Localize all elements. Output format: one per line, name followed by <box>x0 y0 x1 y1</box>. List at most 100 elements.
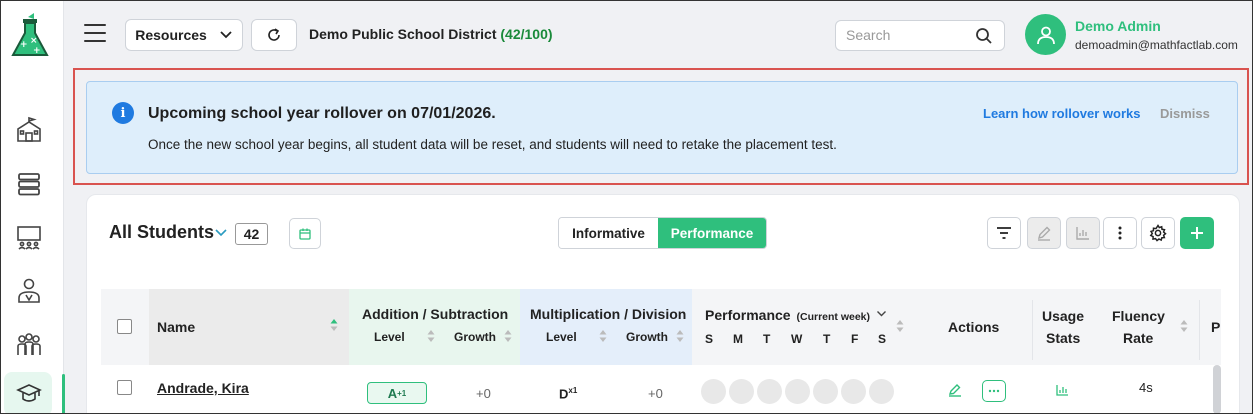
active-indicator <box>62 374 65 414</box>
view-toggle: Informative Performance <box>558 217 767 249</box>
col-actions-header: Actions <box>948 319 1000 335</box>
mul-growth-value: +0 <box>648 386 663 401</box>
dismiss-button[interactable]: Dismiss <box>1160 106 1210 121</box>
classroom-icon[interactable] <box>13 221 45 253</box>
sort-icon[interactable] <box>330 318 338 332</box>
refresh-button[interactable] <box>251 19 297 51</box>
rollover-banner-highlight: i Upcoming school year rollover on 07/01… <box>73 68 1249 185</box>
app-logo[interactable]: + × + <box>8 13 52 61</box>
fluency-rate-value: 4s <box>1139 380 1153 395</box>
sort-icon[interactable] <box>599 329 607 343</box>
chevron-down-icon[interactable] <box>214 226 228 238</box>
sort-icon[interactable] <box>676 329 684 343</box>
row-checkbox[interactable] <box>117 380 132 395</box>
day-result-sat <box>869 379 894 404</box>
search-input[interactable] <box>846 27 966 43</box>
pencil-icon[interactable] <box>948 383 962 397</box>
usage-stats-icon[interactable] <box>1056 384 1069 396</box>
select-all-checkbox[interactable] <box>117 319 132 334</box>
tab-performance[interactable]: Performance <box>658 218 766 248</box>
sidebar: + × + <box>0 0 65 414</box>
filter-icon <box>997 227 1011 239</box>
district-count: (42/100) <box>500 26 553 42</box>
user-name[interactable]: Demo Admin <box>1075 18 1161 34</box>
more-vertical-icon <box>1118 226 1122 240</box>
col-fluency-header-1[interactable]: Fluency <box>1112 308 1165 324</box>
student-graduate-icon[interactable] <box>13 380 45 412</box>
col-fluency-header-2[interactable]: Rate <box>1123 330 1153 346</box>
date-filter-button[interactable] <box>289 218 321 249</box>
hamburger-icon <box>84 24 106 26</box>
add-growth-value: +0 <box>476 386 491 401</box>
filter-button[interactable] <box>987 217 1021 249</box>
day-result-sun <box>701 379 726 404</box>
col-cut-header: P <box>1211 319 1221 335</box>
col-performance-header[interactable]: Performance (Current week) <box>705 307 870 323</box>
svg-text:+: + <box>20 40 28 50</box>
search-icon[interactable] <box>975 27 993 45</box>
day-sun: S <box>705 332 714 346</box>
avatar[interactable] <box>1025 14 1066 55</box>
school-icon[interactable] <box>13 114 45 146</box>
sort-icon[interactable] <box>427 329 435 343</box>
settings-button[interactable] <box>1141 217 1175 249</box>
learn-rollover-link[interactable]: Learn how rollover works <box>983 106 1141 121</box>
day-result-wed <box>785 379 810 404</box>
chevron-down-icon <box>220 31 232 39</box>
day-result-thu <box>813 379 838 404</box>
student-count-badge: 42 <box>235 223 268 245</box>
user-icon <box>1036 26 1055 44</box>
add-level-badge: A +1 <box>367 382 427 404</box>
district-label: Demo Public School District (42/100) <box>309 26 553 42</box>
student-name-link[interactable]: Andrade, Kira <box>157 380 249 396</box>
menu-toggle-button[interactable] <box>84 24 106 44</box>
add-student-button[interactable] <box>1180 217 1214 249</box>
groups-icon[interactable] <box>13 329 45 361</box>
info-icon: i <box>112 102 134 124</box>
performance-period: (Current week) <box>796 311 870 323</box>
rollover-banner: i Upcoming school year rollover on 07/01… <box>86 81 1238 174</box>
sort-icon[interactable] <box>504 329 512 343</box>
row-more-button[interactable] <box>982 380 1006 402</box>
day-tue: T <box>763 332 771 346</box>
teacher-admin-icon[interactable] <box>13 274 45 306</box>
table-header <box>101 289 1221 365</box>
tab-informative[interactable]: Informative <box>559 218 658 248</box>
pencil-icon <box>1037 226 1051 241</box>
day-result-mon <box>729 379 754 404</box>
report-button[interactable] <box>1066 217 1100 249</box>
col-name-header[interactable]: Name <box>157 319 195 335</box>
day-result-fri <box>841 379 866 404</box>
edit-button[interactable] <box>1027 217 1061 249</box>
svg-text:+: + <box>33 46 41 56</box>
sort-icon[interactable] <box>1180 319 1188 333</box>
banner-title: Upcoming school year rollover on 07/01/2… <box>148 105 496 122</box>
calendar-icon <box>299 228 311 240</box>
plus-icon <box>1191 227 1203 239</box>
day-mon: M <box>733 332 743 346</box>
add-growth-header[interactable]: Growth <box>454 330 496 344</box>
resources-label: Resources <box>135 27 207 43</box>
chevron-down-icon[interactable] <box>876 309 887 318</box>
mul-level-value: Dx1 <box>559 386 578 402</box>
database-icon[interactable] <box>13 168 45 200</box>
day-sat: S <box>878 332 887 346</box>
col-usage-header-2: Stats <box>1046 330 1081 346</box>
day-thu: T <box>823 332 831 346</box>
mul-level-header[interactable]: Level <box>546 330 577 344</box>
day-wed: W <box>791 332 803 346</box>
sort-icon[interactable] <box>896 319 904 333</box>
more-options-button[interactable] <box>1103 217 1137 249</box>
add-level-header[interactable]: Level <box>374 330 405 344</box>
mul-growth-header[interactable]: Growth <box>626 330 668 344</box>
banner-text: Once the new school year begins, all stu… <box>148 137 837 152</box>
col-multiplication-header: Multiplication / Division <box>530 306 687 322</box>
page-title[interactable]: All Students <box>109 222 214 243</box>
col-addition-header: Addition / Subtraction <box>362 306 509 322</box>
table-scrollbar[interactable] <box>1213 365 1221 414</box>
gear-icon <box>1149 224 1167 242</box>
bar-chart-icon <box>1076 227 1089 240</box>
user-email: demoadmin@mathfactlab.com <box>1075 38 1238 52</box>
resources-dropdown[interactable]: Resources <box>125 19 243 51</box>
day-result-tue <box>757 379 782 404</box>
